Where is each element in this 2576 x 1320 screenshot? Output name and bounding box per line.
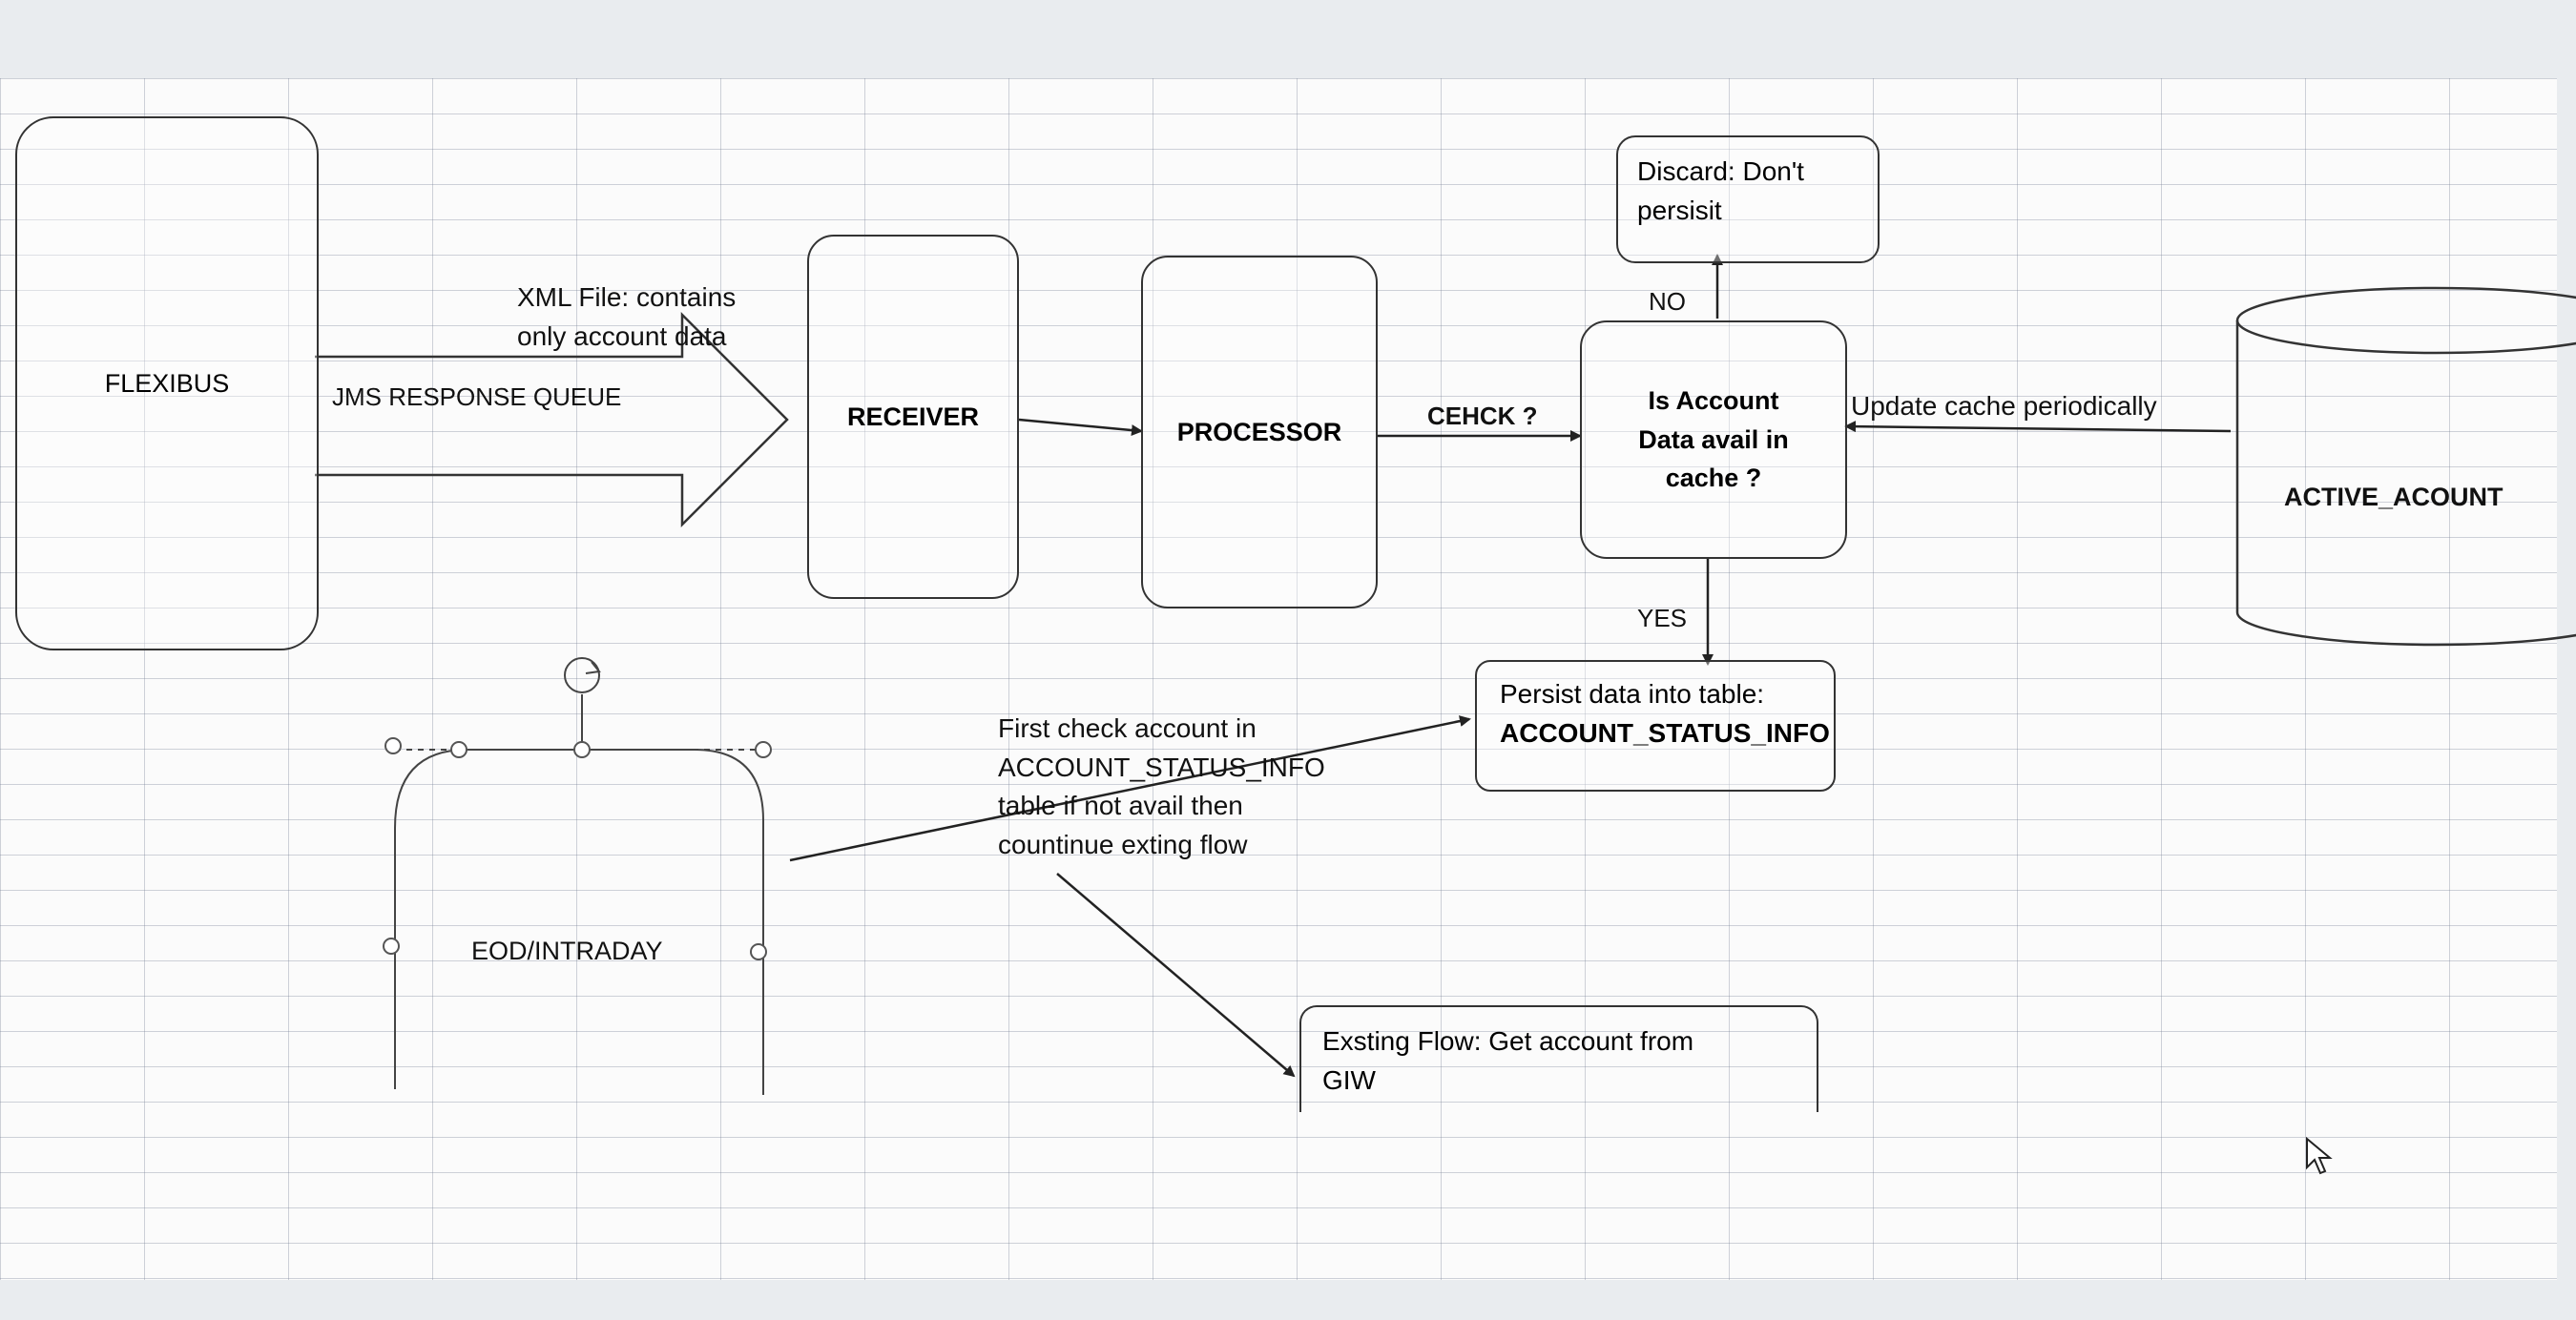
decision-line-1: Is Account <box>1648 386 1779 416</box>
flexibus-node[interactable]: FLEXIBUS <box>15 116 319 650</box>
discard-line-1: Discard: Don't <box>1637 156 1804 186</box>
first-check-line-4: countinue exting flow <box>998 829 1248 859</box>
existing-flow-line-1: Exsting Flow: Get account from <box>1322 1026 1694 1056</box>
resize-handle-top-adjust[interactable] <box>450 741 467 758</box>
jms-queue-label: JMS RESPONSE QUEUE <box>332 382 622 411</box>
eod-intraday-label: EOD/INTRADAY <box>471 937 663 965</box>
eod-selection-outline <box>394 657 764 1095</box>
decision-node[interactable]: Is Account Data avail in cache ? <box>1580 320 1847 559</box>
check-label: CEHCK ? <box>1427 402 1538 430</box>
existing-flow-text: Exsting Flow: Get account from GIW <box>1322 1022 1796 1100</box>
persist-node[interactable]: Persist data into table: ACCOUNT_STATUS_… <box>1475 660 1836 792</box>
xml-file-label: XML File: contains only account data <box>517 278 736 356</box>
arrow-receiver-to-processor <box>1018 418 1143 437</box>
discard-node[interactable]: Discard: Don't persisit <box>1616 135 1880 263</box>
resize-handle-top-left[interactable] <box>384 737 402 754</box>
processor-label: PROCESSOR <box>1176 417 1342 446</box>
arrow-active-account-to-decision <box>1844 421 2232 433</box>
decision-line-3: cache ? <box>1665 464 1762 493</box>
xml-file-line-1: XML File: contains <box>517 282 737 312</box>
processor-node[interactable]: PROCESSOR <box>1141 256 1378 608</box>
receiver-node[interactable]: RECEIVER <box>807 235 1019 599</box>
active-account-cylinder <box>2235 286 2576 647</box>
existing-flow-node[interactable]: Exsting Flow: Get account from GIW <box>1299 1005 1818 1112</box>
xml-file-line-2: only account data <box>517 320 727 351</box>
discard-line-2: persisit <box>1637 195 1722 225</box>
persist-line-2: ACCOUNT_STATUS_INFO <box>1500 717 1830 748</box>
persist-line-1: Persist data into table: <box>1500 679 1765 709</box>
first-check-line-3: table if not avail then <box>998 791 1243 821</box>
receiver-label: RECEIVER <box>846 402 980 431</box>
decision-text: Is Account Data avail in cache ? <box>1638 382 1789 498</box>
decision-line-2: Data avail in <box>1638 424 1789 454</box>
first-check-line-1: First check account in <box>998 713 1257 743</box>
yes-label: YES <box>1637 604 1688 632</box>
first-check-note: First check account in ACCOUNT_STATUS_IN… <box>998 710 1325 864</box>
mouse-pointer-icon <box>2306 1137 2333 1175</box>
resize-handle-middle-right[interactable] <box>750 943 767 960</box>
first-check-line-2: ACCOUNT_STATUS_INFO <box>998 752 1325 782</box>
resize-handle-top-center[interactable] <box>573 741 591 758</box>
resize-handle-middle-left[interactable] <box>383 938 400 955</box>
arrow-note-to-existing-flow <box>1056 873 1296 1078</box>
active-account-label: ACTIVE_ACOUNT <box>2284 483 2503 511</box>
persist-text: Persist data into table: ACCOUNT_STATUS_… <box>1500 675 1830 753</box>
existing-flow-line-2: GIW <box>1322 1064 1376 1095</box>
discard-text: Discard: Don't persisit <box>1637 153 1804 230</box>
flexibus-label: FLEXIBUS <box>104 368 230 398</box>
update-cache-label: Update cache periodically <box>1851 391 2157 421</box>
diagram-connectors <box>315 254 2576 1095</box>
no-label: NO <box>1649 287 1686 316</box>
resize-handle-top-right[interactable] <box>755 741 772 758</box>
